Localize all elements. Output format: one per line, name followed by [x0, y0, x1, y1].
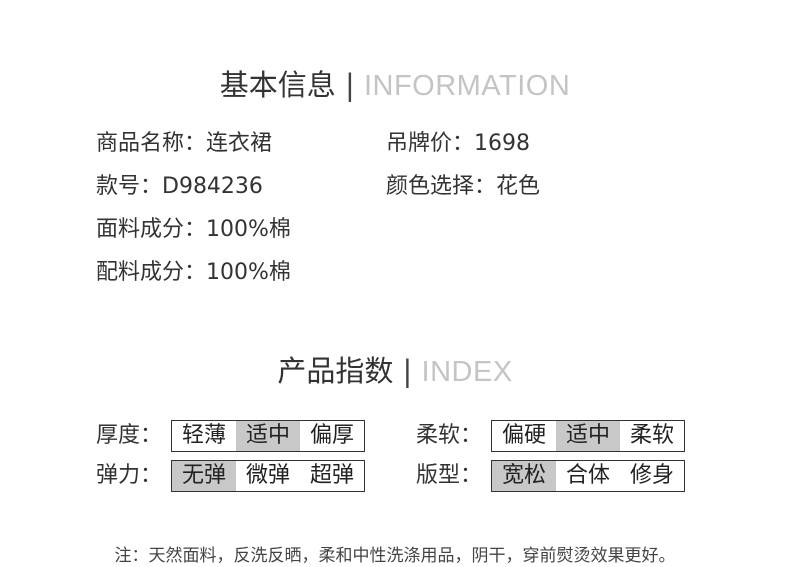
basic-info-title-cn: 基本信息: [219, 68, 336, 102]
softness-scale: 偏硬 适中 柔软: [491, 420, 685, 452]
fit-option: 修身: [629, 463, 674, 488]
care-note: 注：天然面料，反洗反晒，柔和中性洗涤用品，阴干，穿前熨烫效果更好。: [114, 546, 676, 566]
fit-scale: 宽松 合体 修身: [491, 460, 685, 492]
elasticity-label: 弹力：: [96, 463, 163, 488]
softness-option: 柔软: [629, 423, 674, 448]
elasticity-option: 无弹: [172, 461, 236, 491]
fit-option: 合体: [565, 463, 610, 488]
thickness-label: 厚度：: [96, 423, 163, 448]
index-title-en: INDEX: [421, 356, 513, 388]
thickness-option: 轻薄: [181, 423, 226, 448]
tag-price: 吊牌价：1698: [386, 131, 530, 156]
color-choice: 颜色选择：花色: [386, 174, 541, 199]
index-heading: 产品指数 | INDEX: [0, 348, 790, 390]
product-name: 商品名称：连衣裙: [96, 131, 273, 156]
basic-info-title-en: INFORMATION: [363, 70, 571, 102]
index-title-cn: 产品指数: [277, 354, 394, 388]
lining-composition: 配料成分：100%棉: [96, 260, 291, 285]
fabric-composition: 面料成分：100%棉: [96, 217, 291, 242]
fit-option: 宽松: [492, 461, 556, 491]
elasticity-scale: 无弹 微弹 超弹: [171, 460, 365, 492]
thickness-scale: 轻薄 适中 偏厚: [171, 420, 365, 452]
heading-separator: |: [402, 354, 413, 388]
basic-info-heading: 基本信息 | INFORMATION: [0, 62, 790, 104]
style-number: 款号：D984236: [96, 174, 263, 199]
fit-label: 版型：: [416, 463, 483, 488]
thickness-option: 适中: [236, 421, 300, 451]
softness-label: 柔软：: [416, 423, 483, 448]
softness-option: 适中: [556, 421, 620, 451]
elasticity-option: 超弹: [309, 463, 354, 488]
thickness-option: 偏厚: [309, 423, 354, 448]
elasticity-option: 微弹: [245, 463, 290, 488]
softness-option: 偏硬: [501, 423, 546, 448]
heading-separator: |: [344, 68, 355, 102]
